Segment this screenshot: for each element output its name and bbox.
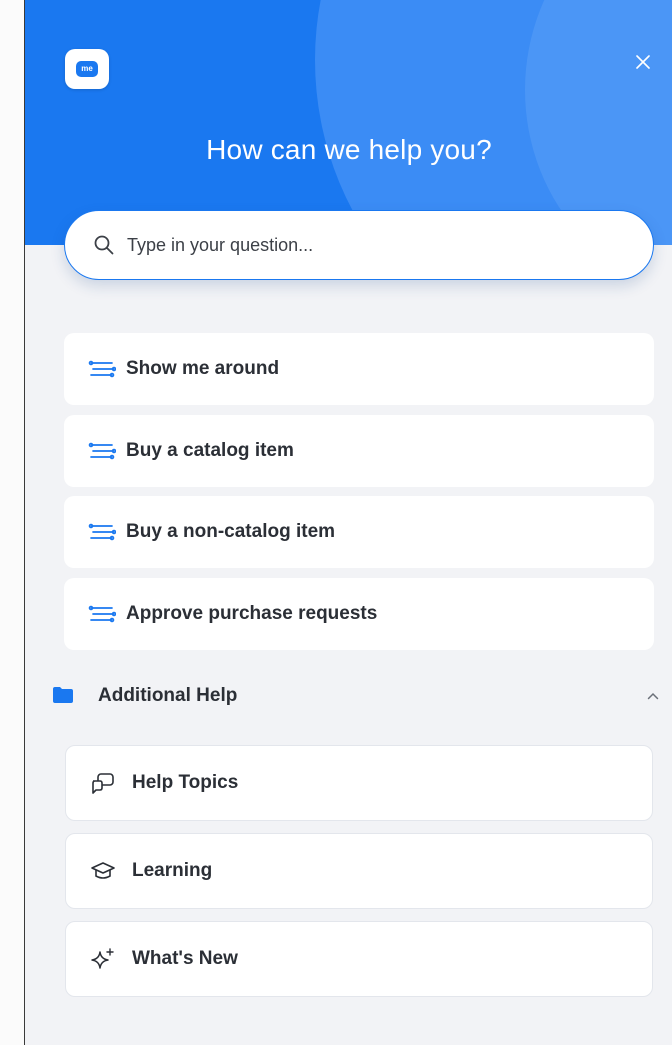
flow-icon: [88, 521, 118, 543]
flow-icon: [88, 440, 118, 462]
logo-mark: me: [76, 61, 98, 77]
close-button[interactable]: [631, 50, 655, 74]
app-logo: me: [65, 49, 109, 89]
search-input[interactable]: [127, 234, 597, 256]
chat-bubbles-icon: [90, 771, 118, 795]
learning-item[interactable]: Learning: [65, 833, 653, 909]
close-icon: [636, 55, 650, 69]
help-topics-item[interactable]: Help Topics: [65, 745, 653, 821]
flow-icon: [88, 603, 118, 625]
help-item-label: What's New: [132, 948, 238, 969]
sparkle-icon: [90, 947, 118, 971]
search-box[interactable]: [64, 210, 654, 280]
flow-item-label: Buy a catalog item: [126, 440, 294, 461]
help-item-label: Help Topics: [132, 772, 239, 793]
flow-item-buy-catalog[interactable]: Buy a catalog item: [64, 415, 654, 487]
search-icon: [93, 234, 115, 256]
section-title: Additional Help: [98, 685, 238, 706]
flow-item-label: Show me around: [126, 358, 280, 379]
whats-new-item[interactable]: What's New: [65, 921, 653, 997]
folder-icon: [52, 686, 74, 706]
chevron-up-icon[interactable]: [644, 687, 662, 705]
flow-icon: [88, 358, 118, 380]
page-title: How can we help you?: [206, 134, 492, 165]
flow-item-show-me-around[interactable]: Show me around: [64, 333, 654, 405]
help-item-label: Learning: [132, 860, 213, 881]
additional-help-section-toggle[interactable]: Additional Help: [52, 678, 662, 714]
graduation-cap-icon: [90, 859, 118, 883]
help-header: me How can we help you?: [25, 0, 672, 245]
flow-item-approve-requests[interactable]: Approve purchase requests: [64, 578, 654, 650]
help-panel: me How can we help you? Show me: [24, 0, 672, 1045]
flow-item-label: Approve purchase requests: [126, 603, 378, 624]
flow-item-buy-non-catalog[interactable]: Buy a non-catalog item: [64, 496, 654, 568]
flow-item-label: Buy a non-catalog item: [126, 521, 336, 542]
page-background: [0, 0, 24, 1045]
